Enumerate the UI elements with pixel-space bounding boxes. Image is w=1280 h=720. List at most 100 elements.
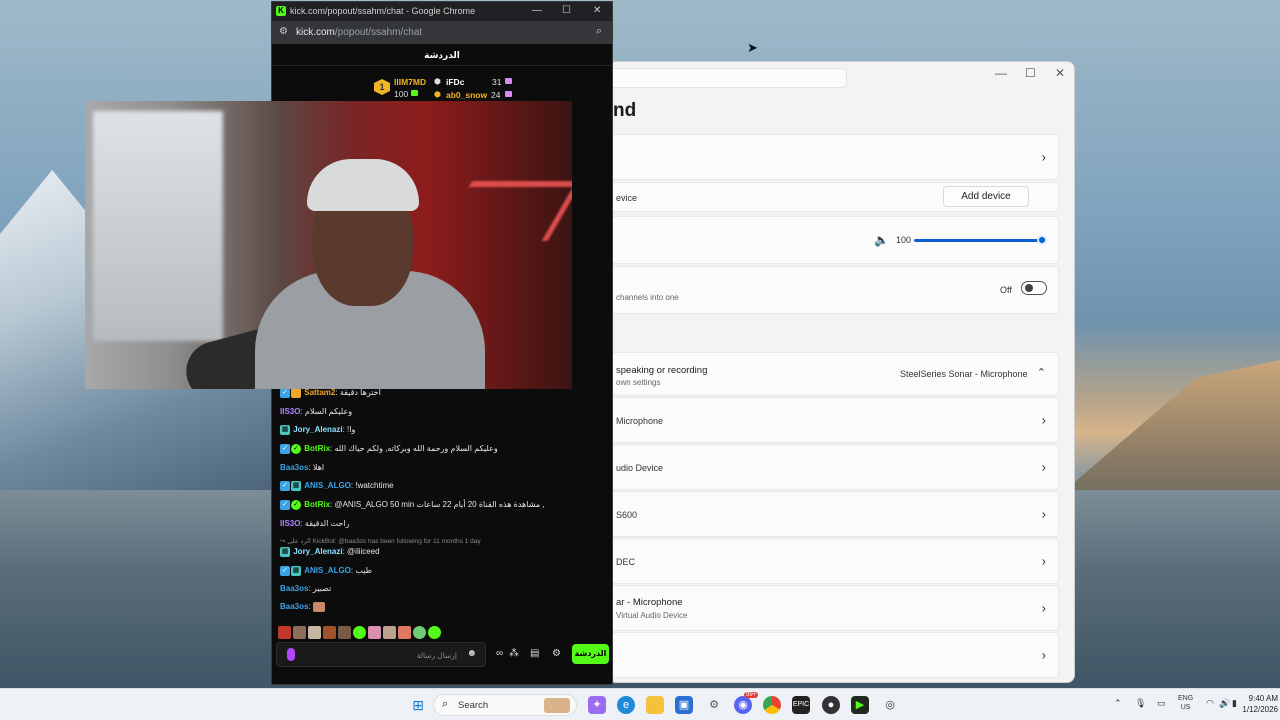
webcam-background-window [93, 111, 223, 341]
recent-emotes-bar [278, 624, 443, 640]
users-icon[interactable]: ⁂ [509, 648, 519, 659]
chat-username[interactable]: Jory_Alenazi [293, 547, 342, 556]
tray-app-icon[interactable]: ▭ [1157, 698, 1166, 709]
epic-games-icon[interactable]: EPIC [792, 696, 810, 714]
device-row[interactable]: S600 › [609, 491, 1059, 537]
obs-icon[interactable]: ◎ [881, 696, 899, 714]
maximize-button[interactable]: ☐ [562, 5, 571, 16]
emote-icon[interactable] [308, 626, 321, 640]
emote-icon[interactable] [398, 626, 411, 640]
site-settings-icon[interactable]: ⚙ [279, 26, 288, 37]
chat-username[interactable]: ANIS_ALGO [304, 481, 351, 490]
chat-input[interactable]: إرسال رسالة ☻ [276, 642, 486, 667]
volume-slider-knob[interactable] [1037, 235, 1047, 245]
chevron-right-icon: › [1041, 149, 1046, 165]
chat-message: IlS3O: راحت الدقيقة [280, 519, 350, 528]
emote-icon[interactable] [278, 626, 291, 640]
chat-username[interactable]: ANIS_ALGO [304, 566, 351, 575]
settings-search-box[interactable] [609, 68, 847, 88]
window-title: kick.com/popout/ssahm/chat - Google Chro… [290, 6, 476, 16]
file-explorer-icon[interactable] [646, 696, 664, 714]
leader-name[interactable]: iFDc [446, 77, 464, 87]
settings-icon[interactable]: ⚙ [705, 696, 723, 714]
input-sub: own settings [616, 378, 661, 387]
chrome-icon[interactable] [763, 696, 781, 714]
minimize-button[interactable]: — [532, 5, 542, 16]
store-icon[interactable]: ▣ [675, 696, 693, 714]
leader-value: 31 [492, 77, 502, 87]
emoji-icon[interactable]: ☻ [466, 648, 477, 659]
mono-audio-toggle[interactable] [1021, 281, 1047, 295]
send-chat-button[interactable]: الدردشة [572, 644, 609, 664]
chat-input-placeholder: إرسال رسالة [416, 651, 457, 660]
infinity-icon[interactable]: ∞ [496, 648, 503, 659]
add-device-button[interactable]: Add device [943, 186, 1029, 207]
settings-maximize-button[interactable]: ☐ [1025, 66, 1036, 80]
device-row[interactable]: › [609, 632, 1059, 678]
store-icon[interactable]: ▤ [530, 648, 539, 659]
chevron-right-icon: › [1041, 553, 1046, 569]
search-icon: ⌕ [442, 698, 449, 710]
emote-icon[interactable] [428, 626, 441, 640]
close-button[interactable]: ✕ [593, 5, 601, 16]
url-text[interactable]: kick.com/popout/ssahm/chat [296, 27, 422, 38]
shield-icon: ⬢ [434, 77, 441, 86]
chat-username[interactable]: Sattam2 [304, 388, 335, 397]
chat-username[interactable]: BotRix [304, 500, 330, 509]
chat-username[interactable]: IlS3O [280, 519, 300, 528]
emote-icon[interactable] [368, 626, 381, 640]
settings-close-button[interactable]: ✕ [1055, 66, 1065, 80]
emote-icon[interactable] [338, 626, 351, 640]
emote-icon[interactable] [353, 626, 366, 640]
kick-app-icon[interactable]: ▶ [851, 696, 869, 714]
verified-bot-icon: ✓ [291, 500, 301, 510]
app-icon[interactable]: ● [822, 696, 840, 714]
emote-icon[interactable] [293, 626, 306, 640]
input-device-card[interactable]: speaking or recording own settings Steel… [609, 352, 1059, 396]
microphone-icon[interactable] [287, 648, 295, 661]
chat-message: IlS3O: وعليكم السلام [280, 407, 353, 416]
mouse-cursor-icon: ➤ [747, 40, 758, 55]
taskbar-clock[interactable]: 9:40 AM 1/12/2026 [1242, 693, 1278, 715]
edge-icon[interactable]: e [617, 696, 635, 714]
chat-username[interactable]: Jory_Alenazi [293, 425, 342, 434]
chat-text: وعليكم السلام [304, 407, 353, 416]
gear-icon[interactable]: ⚙ [552, 648, 561, 659]
webcam-neon-light [437, 181, 572, 241]
chat-username[interactable]: IlS3O [280, 407, 300, 416]
language-indicator[interactable]: ENG US [1178, 694, 1193, 712]
emote-icon[interactable] [413, 626, 426, 640]
volume-icon[interactable]: 🔊 [1219, 698, 1230, 709]
leader-name[interactable]: IlIM7MD [394, 77, 426, 87]
chat-username[interactable]: BotRix [304, 444, 330, 453]
tray-chevron-up-icon[interactable]: ⌃ [1114, 698, 1122, 709]
taskbar: ⊞ ⌕ Search ✦ e ▣ ⚙ ◉ 99+ EPIC ● ▶ ◎ ⌃ 🎙 … [0, 688, 1280, 720]
windows-start-icon[interactable]: ⊞ [409, 696, 427, 714]
emote-icon[interactable] [383, 626, 396, 640]
discord-icon[interactable]: ◉ [734, 696, 752, 714]
chat-message: ✓ ▦ ANIS_ALGO: !watchtime [280, 481, 394, 491]
leader-name[interactable]: ab0_snow [446, 90, 487, 100]
wifi-icon[interactable]: ◠ [1206, 698, 1214, 709]
device-row[interactable]: udio Device › [609, 444, 1059, 490]
chat-username[interactable]: Baa3os [280, 463, 308, 472]
microphone-tray-icon[interactable]: 🎙 [1135, 698, 1146, 709]
device-name: DEC [616, 557, 636, 567]
taskbar-search[interactable]: ⌕ Search [433, 694, 577, 716]
settings-minimize-button[interactable]: — [995, 66, 1007, 80]
lang-top: ENG [1178, 695, 1194, 702]
zoom-icon[interactable]: ⌕ [596, 25, 602, 38]
copilot-icon[interactable]: ✦ [588, 696, 606, 714]
chat-username[interactable]: Baa3os [280, 602, 308, 611]
chat-username[interactable]: Baa3os [280, 584, 308, 593]
output-device-card[interactable]: › [609, 134, 1059, 180]
address-bar[interactable]: ⚙ kick.com/popout/ssahm/chat ⌕ [272, 21, 612, 44]
speaker-icon[interactable]: 🔈 [874, 233, 889, 247]
emote-icon[interactable] [323, 626, 336, 640]
gift-icon [505, 91, 512, 97]
device-row[interactable]: Microphone › [609, 397, 1059, 443]
battery-icon[interactable]: ▮ [1232, 698, 1237, 709]
device-row[interactable]: DEC › [609, 538, 1059, 584]
volume-slider-track[interactable] [914, 239, 1042, 242]
device-row[interactable]: ar - Microphone Virtual Audio Device › [609, 585, 1059, 631]
